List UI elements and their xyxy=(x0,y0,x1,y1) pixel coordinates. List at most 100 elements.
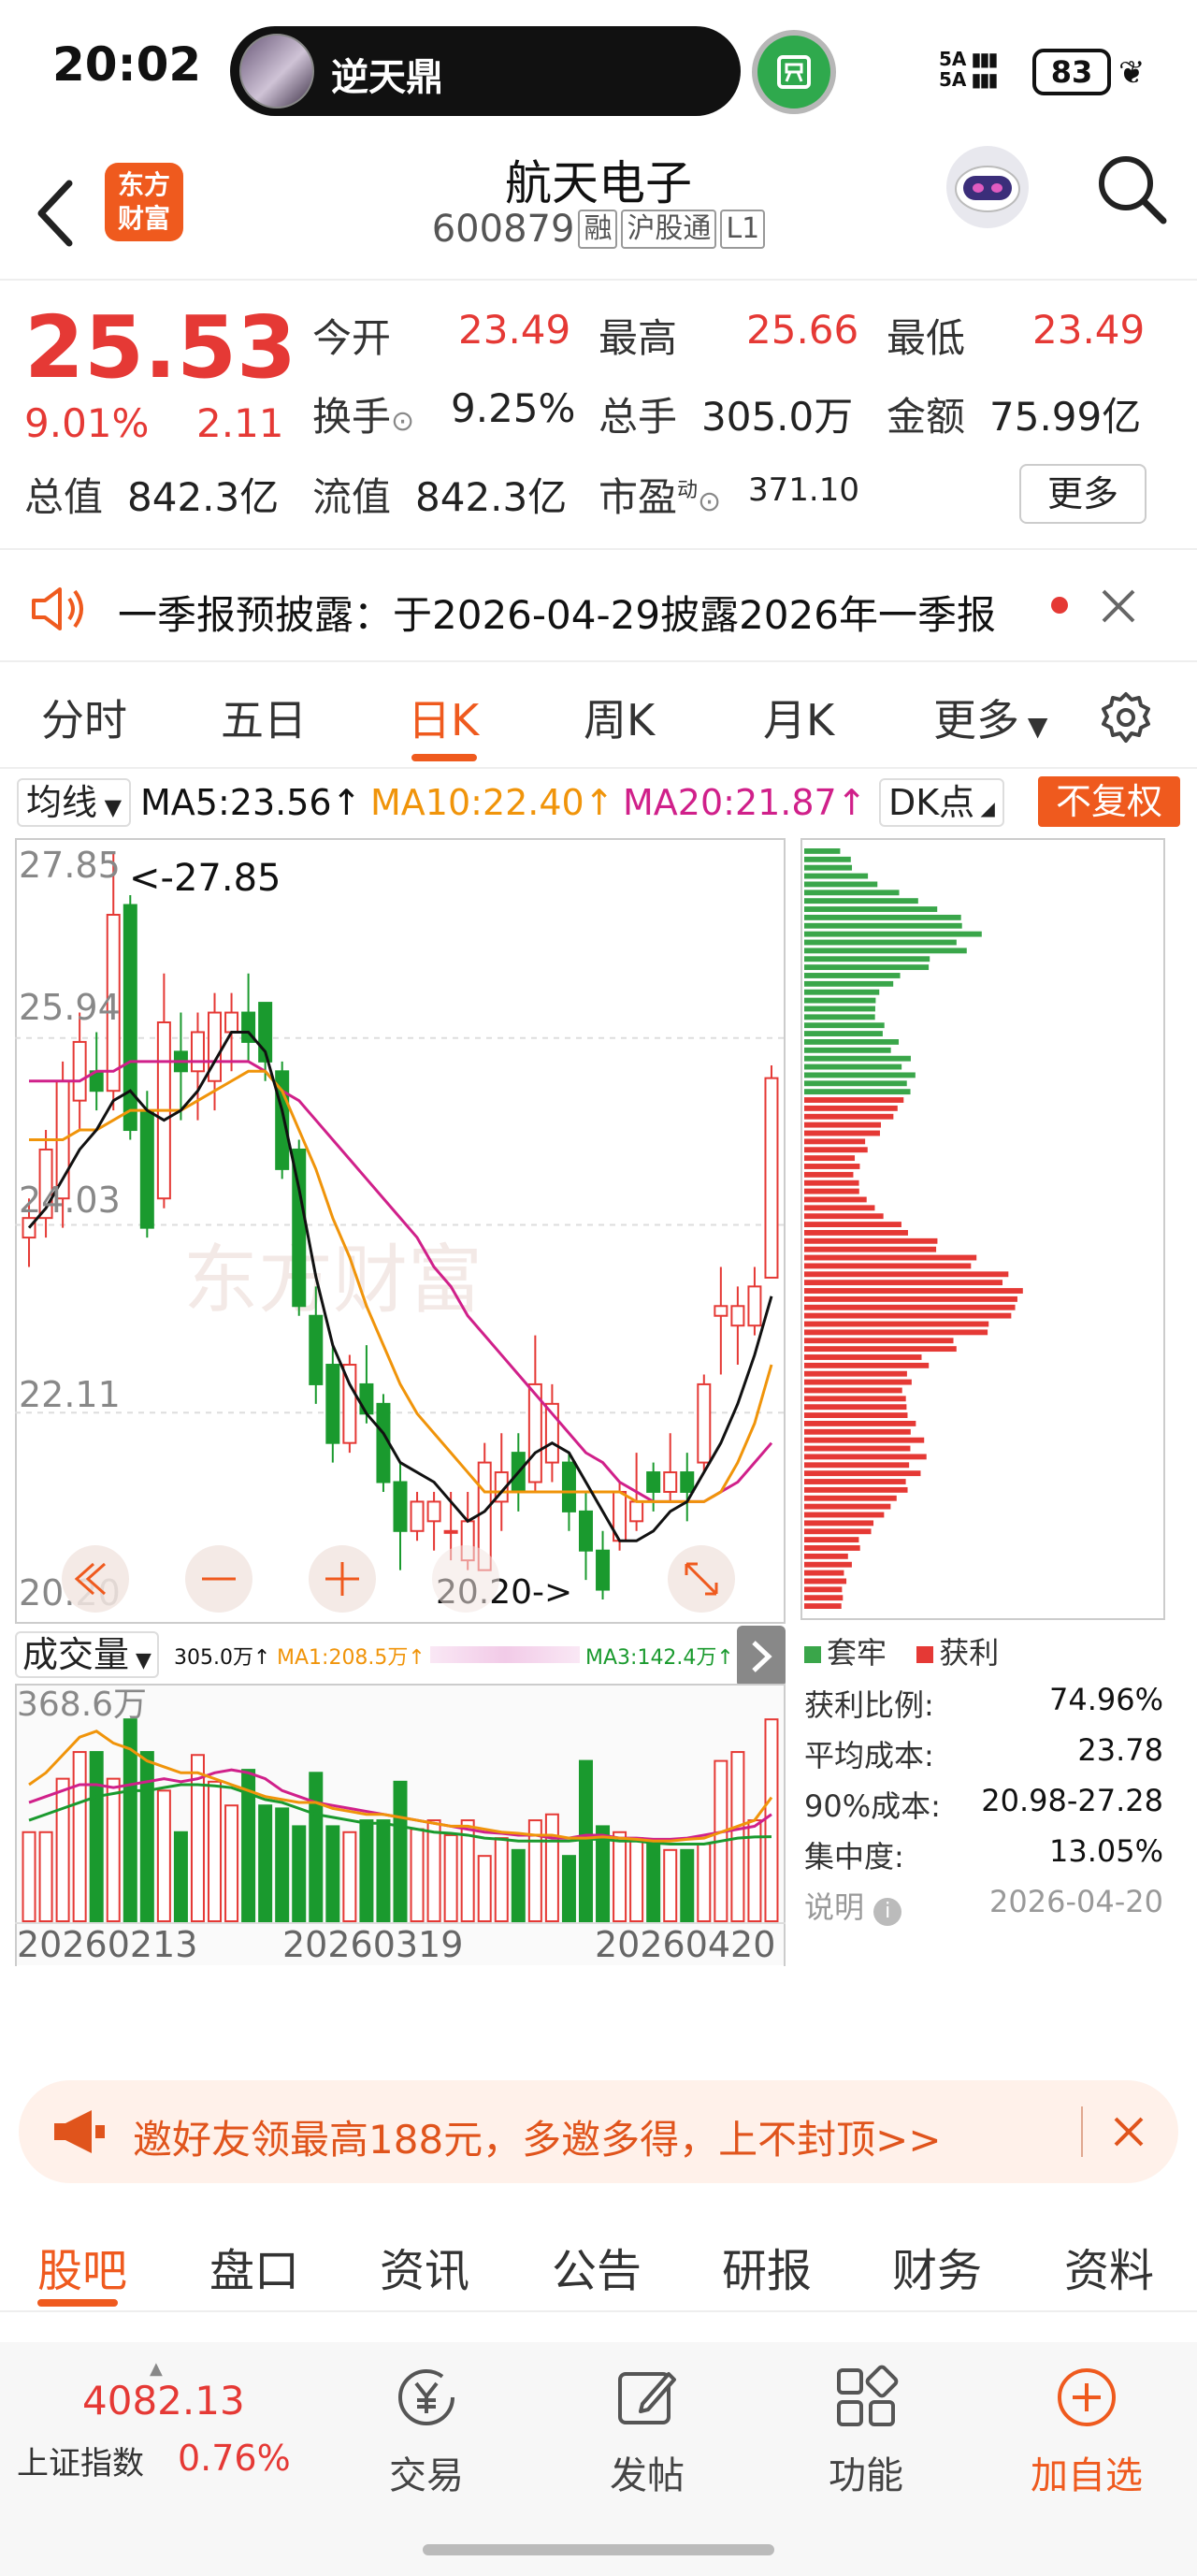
tab-more[interactable]: 更多 ▼ xyxy=(933,687,1047,748)
volume-bar xyxy=(561,1855,576,1922)
volume-value: 305.0万 xyxy=(701,394,854,440)
tab-monthly-k[interactable]: 月K xyxy=(763,687,834,748)
profit-chip-bar xyxy=(804,1445,911,1452)
candle-body xyxy=(596,1549,611,1591)
indicator-selector[interactable]: 均线 ▼ xyxy=(17,778,132,827)
tab-weekly-k[interactable]: 周K xyxy=(584,687,655,748)
volume-selector[interactable]: 成交量 ▼ xyxy=(15,1631,159,1678)
assistant-robot-icon[interactable] xyxy=(941,140,1034,234)
distribution-note-row[interactable]: 说明 i 2026-04-20 xyxy=(804,1884,1163,1927)
volume-bar xyxy=(139,1751,154,1923)
profit-chip-bar xyxy=(804,1222,901,1227)
profit-chip-bar xyxy=(804,1486,908,1493)
promo-banner[interactable]: 邀好友领最高188元，多邀多得，上不封顶>> xyxy=(19,2080,1178,2183)
profit-chip-bar xyxy=(804,1230,908,1236)
now-playing-pill[interactable]: 逆天鼎 xyxy=(230,26,741,116)
volume-chart[interactable]: 368.6万 20260213 20260319 20260420 xyxy=(15,1684,786,1966)
subtab-news[interactable]: 资讯 xyxy=(380,2234,469,2299)
candle-body xyxy=(663,1471,678,1493)
subtab-orderbook[interactable]: 盘口 xyxy=(209,2234,299,2299)
tab-daily-k[interactable]: 日K xyxy=(408,687,479,748)
candlestick-chart[interactable]: 东方财富 27.85 25.94 24.03 22.11 20.20 <-27.… xyxy=(15,838,786,1624)
y-tick-label: 22.11 xyxy=(19,1374,121,1415)
profit-chip-bar xyxy=(804,1370,907,1377)
scroll-left-icon[interactable] xyxy=(62,1545,129,1613)
search-icon[interactable] xyxy=(1092,150,1171,228)
tab-intraday[interactable]: 分时 xyxy=(41,687,127,748)
profit-chip-bar xyxy=(804,1387,902,1394)
candle-body xyxy=(359,1382,374,1415)
subtab-announcements[interactable]: 公告 xyxy=(552,2234,642,2299)
trapped-chip-bar xyxy=(804,1031,883,1036)
tab-five-day[interactable]: 五日 xyxy=(221,687,307,748)
volume-bar xyxy=(426,1819,441,1923)
profit-chip-bar xyxy=(804,1329,988,1336)
volume-bar xyxy=(292,1825,307,1923)
vol-current: 305.0万↑ xyxy=(174,1646,271,1670)
add-watchlist-button[interactable]: 加自选 xyxy=(1012,2365,1161,2499)
functions-button[interactable]: 功能 xyxy=(791,2365,941,2499)
promo-text: 邀好友领最高188元，多邀多得，上不封顶>> xyxy=(133,2117,942,2163)
trade-button[interactable]: 交易 xyxy=(352,2365,501,2499)
volume-bar xyxy=(156,1789,171,1922)
index-change: 0.76% xyxy=(178,2438,291,2479)
ma10-value: MA10:22.40↑ xyxy=(370,782,614,823)
index-ticker[interactable]: ▲ 4082.13 上证指数 0.76% xyxy=(0,2342,299,2529)
profit-chip-bar xyxy=(804,1528,872,1535)
trapped-chip-bar xyxy=(804,898,918,904)
profit-chip-bar xyxy=(804,1578,847,1585)
profit-chip-bar xyxy=(804,1437,925,1443)
candle-body xyxy=(443,1529,458,1534)
info-icon[interactable]: i xyxy=(873,1898,902,1926)
expand-indicators-button[interactable] xyxy=(737,1626,786,1687)
ma5-value: MA5:23.56↑ xyxy=(140,782,362,823)
subtab-forum[interactable]: 股吧 xyxy=(37,2234,127,2299)
music-app-icon[interactable] xyxy=(752,30,836,114)
profit-chip-bar xyxy=(804,1537,859,1543)
profit-chip-bar xyxy=(804,1097,904,1103)
dk-selector[interactable]: DK点 ◢ xyxy=(879,778,1004,827)
trapped-chip-bar xyxy=(804,906,938,912)
zoom-out-icon[interactable] xyxy=(185,1545,252,1613)
profit-chip-bar xyxy=(804,1520,874,1527)
mktcap-value: 842.3亿 xyxy=(127,474,280,520)
content-tabs: 股吧 盘口 资讯 公告 研报 财务 资料 xyxy=(0,2209,1197,2312)
volume-bar xyxy=(410,1828,425,1922)
volume-bar xyxy=(89,1751,104,1923)
post-button[interactable]: 发帖 xyxy=(572,2365,722,2499)
candle-body xyxy=(410,1500,425,1532)
candle-body xyxy=(697,1382,712,1464)
profit-chip-bar xyxy=(804,1338,954,1344)
volume-bar xyxy=(325,1825,340,1923)
profit-chip-bar xyxy=(804,1147,868,1153)
profit-chip-bar xyxy=(804,1130,880,1136)
volume-bar xyxy=(646,1843,661,1922)
quote-more-button[interactable]: 更多 xyxy=(1019,464,1147,524)
settings-gear-icon[interactable] xyxy=(1098,690,1154,746)
adjust-selector[interactable]: 不复权 xyxy=(1038,776,1180,827)
change-amount: 2.11 xyxy=(196,400,284,446)
trapped-chip-bar xyxy=(804,864,853,871)
scroll-right-icon[interactable] xyxy=(432,1545,499,1613)
battery-saver-icon: ❦ xyxy=(1118,54,1146,92)
zoom-in-icon[interactable] xyxy=(309,1545,376,1613)
profit-chip-bar xyxy=(804,1412,908,1418)
subtab-profile[interactable]: 资料 xyxy=(1064,2234,1154,2299)
profit-chip-bar xyxy=(804,1271,1009,1278)
volume-bar xyxy=(747,1819,762,1923)
notice-bar[interactable]: 一季报预披露：于2026-04-29披露2026年一季报 xyxy=(0,552,1197,662)
trapped-chip-bar xyxy=(804,1089,911,1095)
open-label: 今开 xyxy=(312,315,392,361)
volume-bar xyxy=(38,1831,53,1922)
close-notice-icon[interactable] xyxy=(1100,587,1137,625)
subtab-research[interactable]: 研报 xyxy=(722,2234,812,2299)
index-name: 上证指数 xyxy=(17,2445,144,2482)
mktcap-label: 总值 xyxy=(24,474,104,520)
fullscreen-icon[interactable] xyxy=(668,1545,735,1613)
high-label: 最高 xyxy=(598,315,678,361)
subtab-financials[interactable]: 财务 xyxy=(892,2234,982,2299)
close-promo-icon[interactable] xyxy=(1113,2116,1145,2148)
profit-chip-bar xyxy=(804,1545,860,1551)
profit-chip-bar xyxy=(804,1179,859,1186)
volume-bar xyxy=(477,1855,492,1922)
